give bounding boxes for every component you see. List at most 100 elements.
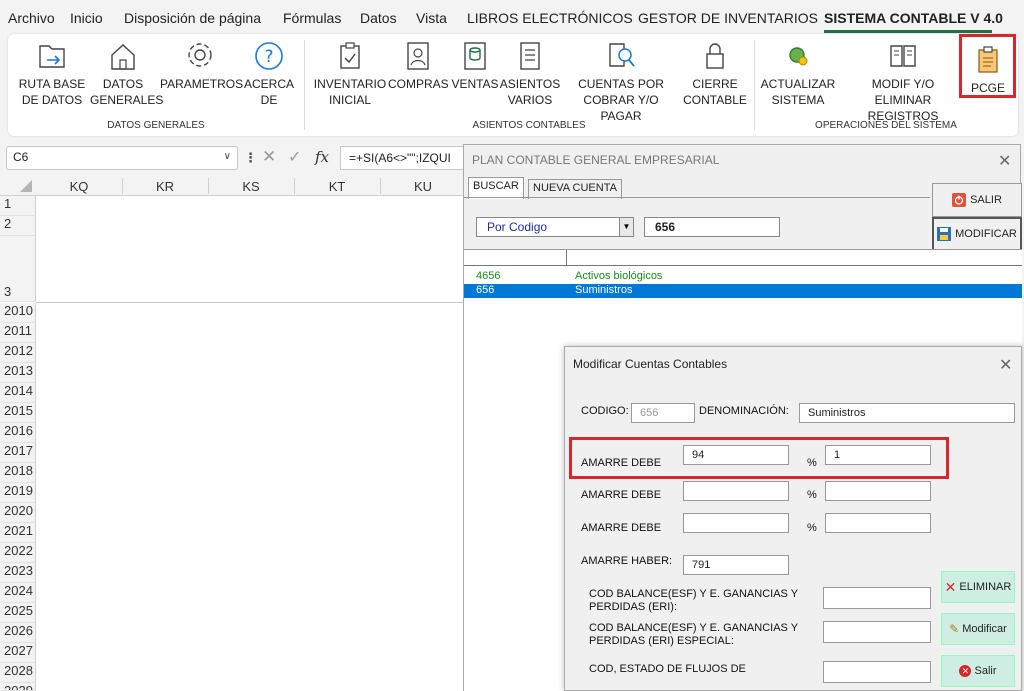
column-header[interactable]: KQ [36, 179, 122, 194]
gear-icon [188, 43, 212, 67]
column-headers: KQ KR KS KT KU [0, 176, 470, 196]
amarre-haber-field[interactable]: 791 [683, 555, 789, 575]
denominacion-field[interactable]: Suministros [799, 403, 1015, 423]
cod-balance-label-2: PERDIDAS (ERI): [589, 601, 678, 613]
ruta-base-button[interactable]: RUTA BASE DE DATOS [18, 40, 86, 108]
row-header[interactable]: 2016 [0, 423, 36, 443]
eliminar-button[interactable]: ✕ ELIMINAR [941, 571, 1015, 603]
chevron-down-icon[interactable]: ▼ [619, 218, 633, 236]
modificar-action-button[interactable]: ✎ Modificar [941, 613, 1015, 645]
actualizar-sistema-button[interactable]: ACTUALIZAR SISTEMA [758, 40, 838, 108]
cuentas-cobrar-pagar-button[interactable]: CUENTAS POR COBRAR Y/O PAGAR [562, 40, 680, 124]
modif-eliminar-button[interactable]: MODIF Y/O ELIMINAR REGISTROS [840, 40, 966, 124]
list-item[interactable]: 4656 Activos biológicos [464, 270, 1022, 284]
function-icon[interactable]: fx [315, 148, 329, 166]
close-icon[interactable]: ✕ [999, 355, 1012, 375]
percent-field-2[interactable] [825, 481, 931, 501]
percent-field-3[interactable] [825, 513, 931, 533]
row-header[interactable]: 1 [0, 196, 36, 216]
cierre-contable-button[interactable]: CIERRE CONTABLE [680, 40, 750, 108]
formula-input[interactable]: =+SI(A6<>"";IZQUI [340, 146, 480, 170]
tab-sistema-contable[interactable]: SISTEMA CONTABLE V 4.0 [824, 10, 1003, 26]
cod-balance-field[interactable] [823, 587, 931, 609]
tab-nueva-cuenta[interactable]: NUEVA CUENTA [528, 179, 622, 199]
tab-vista[interactable]: Vista [416, 10, 447, 26]
row-header[interactable]: 2028 [0, 663, 36, 683]
row-header[interactable]: 2020 [0, 503, 36, 523]
row-header[interactable]: 2018 [0, 463, 36, 483]
tab-libros[interactable]: LIBROS ELECTRÓNICOS [467, 10, 633, 26]
row-header[interactable]: 2014 [0, 383, 36, 403]
row-header[interactable]: 2023 [0, 563, 36, 583]
row-header[interactable]: 2021 [0, 523, 36, 543]
salir-action-button[interactable]: ✕ Salir [941, 655, 1015, 687]
column-header[interactable]: KU [380, 179, 466, 194]
parametros-label: PARAMETROS [160, 77, 244, 91]
power-icon [952, 193, 967, 207]
row-header[interactable]: 2011 [0, 323, 36, 343]
row-header[interactable]: 3 [0, 236, 36, 302]
cancel-icon[interactable]: ✕ [262, 147, 276, 167]
search-mode-select[interactable]: Por Codigo ▼ [476, 217, 634, 237]
cod-balance-label-1: COD BALANCE(ESF) Y E. GANANCIAS Y [589, 588, 799, 600]
inventario-inicial-button[interactable]: INVENTARIO INICIAL [310, 40, 390, 108]
pcge-window-title: PLAN CONTABLE GENERAL EMPRESARIAL [472, 153, 720, 167]
row-header[interactable]: 2019 [0, 483, 36, 503]
row-header[interactable]: 2025 [0, 603, 36, 623]
tab-inicio[interactable]: Inicio [70, 10, 103, 26]
chevron-down-icon[interactable]: ∨ [224, 151, 231, 162]
salir-button[interactable]: SALIR [932, 183, 1022, 217]
group-label-operaciones: OPERACIONES DEL SISTEMA [815, 120, 957, 131]
sheet-grid[interactable] [0, 176, 470, 691]
highlight-pcge [959, 34, 1016, 98]
ruta-base-label-1: RUTA BASE [18, 77, 86, 91]
search-input[interactable]: 656 [644, 217, 780, 237]
row-header[interactable]: 2010 [0, 303, 36, 323]
tab-datos[interactable]: Datos [360, 10, 397, 26]
row-header[interactable]: 2029 [0, 683, 36, 691]
column-header[interactable]: KR [122, 179, 208, 194]
database-icon [464, 42, 486, 70]
column-header[interactable]: KS [208, 179, 294, 194]
asientos-varios-button[interactable]: ASIENTOS VARIOS [498, 40, 562, 108]
row-header[interactable]: 2017 [0, 443, 36, 463]
tab-formulas[interactable]: Fórmulas [283, 10, 341, 26]
row-header[interactable]: 2 [0, 216, 36, 236]
parametros-button[interactable]: PARAMETROS [160, 40, 244, 92]
compras-button[interactable]: COMPRAS [388, 40, 449, 92]
row-header[interactable]: 2026 [0, 623, 36, 643]
cod-flujos-field[interactable] [823, 661, 931, 683]
tab-buscar[interactable]: BUSCAR [468, 177, 524, 199]
codigo-label: CODIGO: [581, 405, 629, 417]
refresh-gear-icon [789, 47, 808, 66]
cod-balance-especial-field[interactable] [823, 621, 931, 643]
modificar-button[interactable]: MODIFICAR [932, 217, 1022, 251]
document-list-icon [520, 42, 540, 70]
amarre-debe-field-3[interactable] [683, 513, 789, 533]
more-options-icon[interactable]: ⋮ [244, 150, 257, 166]
tab-archivo[interactable]: Archivo [8, 10, 55, 26]
row-header[interactable]: 2012 [0, 343, 36, 363]
list-item-selected[interactable]: 656 Suministros [464, 284, 1022, 298]
clipboard-check-icon [340, 42, 360, 69]
delete-x-icon: ✕ [944, 578, 957, 595]
acerca-button[interactable]: ? ACERCA DE [240, 40, 298, 108]
row-header[interactable]: 2024 [0, 583, 36, 603]
amarre-debe-field-2[interactable] [683, 481, 789, 501]
tab-disposicion[interactable]: Disposición de página [124, 10, 261, 26]
group-label-asientos: ASIENTOS CONTABLES [472, 120, 586, 131]
dialog-title: Modificar Cuentas Contables [573, 357, 728, 371]
name-box[interactable]: C6 ∨ [6, 146, 238, 170]
select-all-corner[interactable] [20, 180, 32, 192]
row-header[interactable]: 2015 [0, 403, 36, 423]
ventas-button[interactable]: VENTAS [448, 40, 502, 92]
check-icon[interactable]: ✓ [288, 147, 301, 167]
row-header[interactable]: 2022 [0, 543, 36, 563]
row-header[interactable]: 2027 [0, 643, 36, 663]
tab-gestor[interactable]: GESTOR DE INVENTARIOS [638, 10, 818, 26]
column-header[interactable]: KT [294, 179, 380, 194]
datos-generales-button[interactable]: DATOS GENERALES [90, 40, 163, 108]
row-header[interactable]: 2013 [0, 363, 36, 383]
ribbon: RUTA BASE DE DATOS DATOS GENERALES PARAM… [8, 34, 1018, 136]
close-icon[interactable]: ✕ [998, 151, 1011, 171]
